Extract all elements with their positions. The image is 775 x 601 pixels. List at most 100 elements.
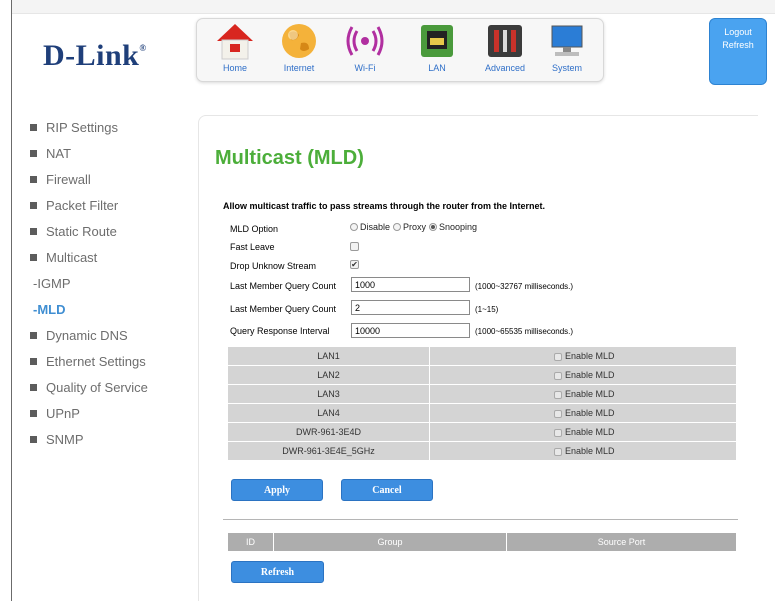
bullet-icon xyxy=(30,149,37,157)
table-row: LAN4 Enable MLD xyxy=(227,403,737,423)
sidebar-item-firewall[interactable]: Firewall xyxy=(30,166,190,192)
sidebar-item-nat[interactable]: NAT xyxy=(30,140,190,166)
sidebar-item-rip[interactable]: RIP Settings xyxy=(30,114,190,140)
table-header-row: ID Group Source Port xyxy=(227,532,737,552)
lmqc1-input[interactable] xyxy=(351,277,470,292)
enable-mld-label: Enable MLD xyxy=(565,370,615,380)
sidebar-item-ethernet-settings[interactable]: Ethernet Settings xyxy=(30,348,190,374)
globe-icon xyxy=(282,24,316,58)
table-row: LAN1 Enable MLD xyxy=(227,346,737,366)
column-header-group: Group xyxy=(273,532,507,552)
nav-advanced[interactable]: Advanced xyxy=(477,21,533,81)
sidebar-item-label: SNMP xyxy=(46,431,84,447)
column-header-source-port: Source Port xyxy=(506,532,737,552)
bullet-icon xyxy=(30,175,37,183)
lmqc2-label: Last Member Query Count xyxy=(230,304,337,314)
column-header-id: ID xyxy=(227,532,274,552)
sidebar-item-packet-filter[interactable]: Packet Filter xyxy=(30,192,190,218)
sidebar-item-multicast[interactable]: Multicast xyxy=(30,244,190,270)
refresh-link[interactable]: Refresh xyxy=(710,40,766,50)
page-title: Multicast (MLD) xyxy=(215,147,364,169)
sidebar-item-dynamic-dns[interactable]: Dynamic DNS xyxy=(30,322,190,348)
nav-wifi-label: Wi-Fi xyxy=(354,63,376,73)
enable-mld-cell: Enable MLD xyxy=(429,384,737,404)
radio-proxy[interactable] xyxy=(393,223,402,231)
lmqc1-hint: (1000~32767 milliseconds.) xyxy=(475,282,574,291)
registered-mark: ® xyxy=(139,43,147,53)
sidebar-item-label: Ethernet Settings xyxy=(46,353,146,369)
nav-internet[interactable]: Internet xyxy=(271,21,327,81)
nav-lan[interactable]: LAN xyxy=(409,21,465,81)
sidebar-item-igmp[interactable]: -IGMP xyxy=(30,270,190,296)
sidebar-item-static-route[interactable]: Static Route xyxy=(30,218,190,244)
nav-system-label: System xyxy=(551,63,582,73)
top-nav: Home Internet Wi-Fi LAN Advanced System xyxy=(196,18,604,82)
drop-unknown-label: Drop Unknow Stream xyxy=(230,261,317,271)
enable-mld-cell: Enable MLD xyxy=(429,346,737,366)
enable-mld-label: Enable MLD xyxy=(565,446,615,456)
qri-label: Query Response Interval xyxy=(230,326,330,336)
enable-mld-checkbox[interactable] xyxy=(554,352,562,361)
radio-disable[interactable] xyxy=(350,223,358,231)
bullet-icon xyxy=(30,383,37,391)
nav-home-label: Home xyxy=(222,63,247,73)
table-row: DWR-961-3E4D Enable MLD xyxy=(227,422,737,442)
radio-proxy-label: Proxy xyxy=(403,222,427,232)
qri-input[interactable] xyxy=(351,323,470,338)
sidebar-item-upnp[interactable]: UPnP xyxy=(30,400,190,426)
sidebar: RIP Settings NAT Firewall Packet Filter … xyxy=(30,114,190,452)
lmqc1-label: Last Member Query Count xyxy=(230,281,337,291)
sidebar-item-label: UPnP xyxy=(46,405,80,421)
wifi-icon xyxy=(346,26,384,56)
refresh-button[interactable]: Refresh xyxy=(231,561,324,583)
table-row: LAN3 Enable MLD xyxy=(227,384,737,404)
logout-link[interactable]: Logout xyxy=(710,27,766,37)
enable-mld-checkbox[interactable] xyxy=(554,409,562,418)
sidebar-item-label: -MLD xyxy=(33,301,66,317)
bullet-icon xyxy=(30,331,37,339)
fast-leave-checkbox[interactable] xyxy=(350,242,359,251)
sidebar-item-mld[interactable]: -MLD xyxy=(30,296,190,322)
table-row: DWR-961-3E4E_5GHz Enable MLD xyxy=(227,441,737,461)
lmqc2-input[interactable] xyxy=(351,300,470,315)
drop-unknown-checkbox[interactable]: ✔ xyxy=(350,260,359,269)
ethernet-port-icon xyxy=(421,25,453,57)
radio-snooping[interactable] xyxy=(429,223,438,231)
enable-mld-checkbox[interactable] xyxy=(554,371,562,380)
group-table: ID Group Source Port xyxy=(227,532,737,552)
enable-mld-checkbox[interactable] xyxy=(554,428,562,437)
checkmark-icon: ✔ xyxy=(351,260,358,269)
port-name: LAN1 xyxy=(227,346,430,366)
sidebar-item-label: Dynamic DNS xyxy=(46,327,128,343)
fast-leave-label: Fast Leave xyxy=(230,242,275,252)
bullet-icon xyxy=(30,357,37,365)
sidebar-item-qos[interactable]: Quality of Service xyxy=(30,374,190,400)
enable-mld-cell: Enable MLD xyxy=(429,441,737,461)
enable-mld-label: Enable MLD xyxy=(565,389,615,399)
bullet-icon xyxy=(30,409,37,417)
sidebar-item-label: -IGMP xyxy=(33,275,71,291)
enable-mld-checkbox[interactable] xyxy=(554,390,562,399)
sidebar-item-label: Static Route xyxy=(46,223,117,239)
computer-icon xyxy=(551,25,583,56)
cancel-button[interactable]: Cancel xyxy=(341,479,433,501)
mld-option-label: MLD Option xyxy=(230,224,279,234)
enable-mld-cell: Enable MLD xyxy=(429,365,737,385)
enable-mld-cell: Enable MLD xyxy=(429,403,737,423)
nav-wifi[interactable]: Wi-Fi xyxy=(337,21,393,81)
sidebar-item-label: Multicast xyxy=(46,249,98,265)
apply-button[interactable]: Apply xyxy=(231,479,323,501)
port-name: LAN3 xyxy=(227,384,430,404)
bullet-icon xyxy=(30,123,37,131)
nav-system[interactable]: System xyxy=(539,21,595,81)
enable-mld-label: Enable MLD xyxy=(565,408,615,418)
sidebar-item-snmp[interactable]: SNMP xyxy=(30,426,190,452)
qri-hint: (1000~65535 milliseconds.) xyxy=(475,327,574,336)
nav-advanced-label: Advanced xyxy=(484,63,526,73)
bullet-icon xyxy=(30,227,37,235)
enable-mld-label: Enable MLD xyxy=(565,427,615,437)
enable-mld-checkbox[interactable] xyxy=(554,447,562,456)
nav-home[interactable]: Home xyxy=(207,21,263,81)
lmqc2-hint: (1~15) xyxy=(475,305,499,314)
sidebar-item-label: RIP Settings xyxy=(46,119,119,135)
